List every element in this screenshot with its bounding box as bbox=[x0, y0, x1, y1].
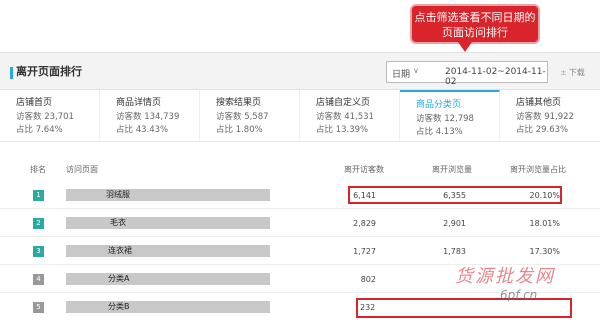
page-name[interactable]: 毛衣 bbox=[110, 217, 126, 228]
rank-badge: 1 bbox=[33, 190, 44, 201]
tab-visitors: 访客数 23,701 bbox=[16, 112, 74, 122]
tab-label: 搜索结果页 bbox=[216, 98, 262, 108]
visitors-value: 802 bbox=[360, 275, 376, 284]
tab-label: 店铺首页 bbox=[16, 98, 53, 108]
rank-badge: 2 bbox=[33, 218, 44, 229]
tab-label: 商品分类页 bbox=[416, 100, 462, 110]
col-rank: 排名 bbox=[30, 165, 46, 174]
tab-store-home[interactable]: 店铺首页 访客数 23,701 占比 7.64% bbox=[0, 90, 100, 142]
download-label: 下载 bbox=[568, 68, 585, 77]
page-redacted-bar bbox=[66, 217, 270, 229]
tab-visitors: 访客数 134,739 bbox=[116, 112, 180, 122]
download-icon: ± bbox=[560, 68, 567, 77]
views-value: 2,901 bbox=[443, 219, 466, 228]
tab-ratio: 占比 7.64% bbox=[16, 125, 63, 135]
annotation-callout: 点击筛选查看不同日期的页面访问排行 bbox=[410, 4, 540, 44]
table-row[interactable]: 2 毛衣 2,829 2,901 18.01% bbox=[0, 211, 600, 237]
table-header: 排名 访问页面 离开访客数 离开浏览量 离开浏览量占比 bbox=[0, 160, 600, 176]
highlight-box-row1 bbox=[348, 186, 562, 204]
page-redacted-bar bbox=[66, 273, 270, 285]
ratio-value: 17.30% bbox=[529, 247, 560, 256]
visitors-value: 2,829 bbox=[353, 219, 376, 228]
page-name[interactable]: 分类B bbox=[108, 301, 130, 312]
tab-ratio: 占比 13.39% bbox=[316, 125, 369, 135]
tab-ratio: 占比 4.13% bbox=[416, 127, 463, 137]
watermark-site: 6pf.cn bbox=[500, 288, 538, 302]
page-redacted-bar bbox=[66, 301, 270, 313]
tab-ratio: 占比 29.63% bbox=[516, 125, 569, 135]
tab-visitors: 访客数 91,922 bbox=[516, 112, 574, 122]
col-ratio: 离开浏览量占比 bbox=[510, 165, 566, 174]
tab-custom-page[interactable]: 店铺自定义页 访客数 41,531 占比 13.39% bbox=[300, 90, 400, 142]
col-page: 访问页面 bbox=[66, 165, 98, 174]
tab-ratio: 占比 43.43% bbox=[116, 125, 169, 135]
tab-search-results[interactable]: 搜索结果页 访客数 5,587 占比 1.80% bbox=[200, 90, 300, 142]
date-label: 日期 bbox=[392, 70, 411, 80]
tab-visitors: 访客数 41,531 bbox=[316, 112, 374, 122]
col-views: 离开浏览量 bbox=[432, 165, 472, 174]
views-value: 1,783 bbox=[443, 247, 466, 256]
tab-label: 商品详情页 bbox=[116, 98, 162, 108]
rank-badge: 5 bbox=[33, 302, 44, 313]
page-name[interactable]: 连衣裙 bbox=[108, 245, 132, 256]
rank-badge: 3 bbox=[33, 246, 44, 257]
page-type-tabs: 店铺首页 访客数 23,701 占比 7.64% 商品详情页 访客数 134,7… bbox=[0, 90, 600, 142]
col-visitors: 离开访客数 bbox=[344, 165, 384, 174]
date-range-value: 2014-11-02~2014-11-02 bbox=[445, 67, 546, 87]
page-name[interactable]: 羽绒服 bbox=[106, 189, 130, 200]
title-accent-bar bbox=[10, 67, 13, 79]
tab-category-page[interactable]: 商品分类页 访客数 12,798 占比 4.13% bbox=[400, 90, 500, 142]
visitors-value: 1,727 bbox=[353, 247, 376, 256]
rank-badge: 4 bbox=[33, 274, 44, 285]
tab-label: 店铺自定义页 bbox=[316, 98, 371, 108]
tab-visitors: 访客数 12,798 bbox=[416, 114, 474, 124]
download-button[interactable]: ± 下载 bbox=[560, 67, 585, 78]
tab-visitors: 访客数 5,587 bbox=[216, 112, 269, 122]
tab-ratio: 占比 1.80% bbox=[216, 125, 263, 135]
tab-other-page[interactable]: 店铺其他页 访客数 91,922 占比 29.63% bbox=[500, 90, 600, 142]
watermark-logo-text: 货源批发网 bbox=[455, 266, 555, 287]
section-header: 离开页面排行 日期 ∨ 2014-11-02~2014-11-02 ± 下载 bbox=[0, 52, 600, 90]
tab-item-detail[interactable]: 商品详情页 访客数 134,739 占比 43.43% bbox=[100, 90, 200, 142]
tab-label: 店铺其他页 bbox=[516, 98, 562, 108]
annotation-callout-tail bbox=[458, 42, 472, 52]
page-redacted-bar bbox=[66, 189, 270, 201]
chevron-down-icon: ∨ bbox=[413, 66, 419, 75]
page-title: 离开页面排行 bbox=[16, 65, 82, 78]
page-name[interactable]: 分类A bbox=[108, 273, 129, 284]
highlight-box-row5 bbox=[356, 298, 572, 318]
date-filter-dropdown[interactable]: 日期 ∨ 2014-11-02~2014-11-02 bbox=[386, 61, 548, 87]
ratio-value: 18.01% bbox=[529, 219, 560, 228]
page-redacted-bar bbox=[66, 245, 270, 257]
